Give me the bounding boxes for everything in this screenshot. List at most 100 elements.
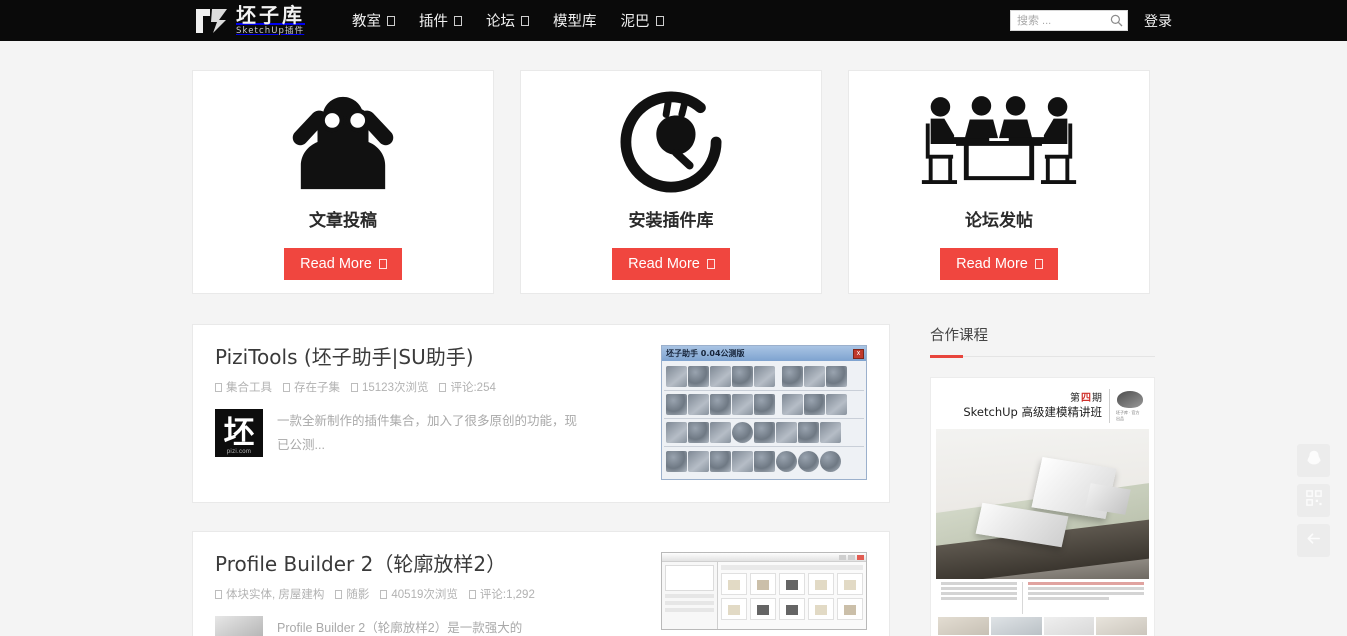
arrow-right-icon bbox=[1035, 259, 1043, 269]
poster-schedule bbox=[1022, 582, 1144, 614]
nav-item-model-library[interactable]: 模型库 bbox=[541, 0, 609, 41]
asset-grid bbox=[718, 562, 866, 629]
nav-item-plugins[interactable]: 插件 bbox=[407, 0, 474, 41]
chevron-down-icon bbox=[521, 16, 529, 26]
meta-text: 评论:254 bbox=[450, 379, 495, 395]
nav-label: 教室 bbox=[352, 10, 381, 31]
dialog-icon-grid bbox=[662, 361, 866, 479]
post-list: PiziTools (坯子助手|SU助手) 集合工具 存在子集 bbox=[192, 324, 890, 636]
poster-details bbox=[936, 579, 1149, 617]
read-more-label: Read More bbox=[628, 256, 700, 272]
post-meta-category[interactable]: 集合工具 bbox=[215, 379, 272, 395]
dialog-title: 坯子助手 0.04公测版 bbox=[666, 348, 745, 359]
feature-read-more-button[interactable]: Read More bbox=[284, 248, 402, 280]
qq-penguin-icon bbox=[1305, 449, 1323, 472]
plugin-circle-icon bbox=[620, 90, 722, 194]
read-more-label: Read More bbox=[300, 256, 372, 272]
post-meta-comments[interactable]: 评论:254 bbox=[439, 379, 495, 395]
nav-item-forum[interactable]: 论坛 bbox=[474, 0, 541, 41]
sidebar-widget-title: 合作课程 bbox=[930, 324, 1155, 356]
logo-title: 坯子库 bbox=[236, 5, 305, 25]
pz-logo-mark bbox=[195, 7, 229, 35]
arrow-left-icon bbox=[1305, 530, 1322, 552]
arrow-right-icon bbox=[379, 259, 387, 269]
post-title[interactable]: Profile Builder 2（轮廓放样2） bbox=[215, 552, 635, 577]
feature-card-article-submission[interactable]: 文章投稿 Read More bbox=[192, 70, 494, 294]
post-meta-author[interactable]: 随影 bbox=[335, 586, 369, 602]
qrcode-icon bbox=[1306, 490, 1322, 511]
user-icon bbox=[283, 383, 290, 392]
read-more-label: Read More bbox=[956, 256, 1028, 272]
main-navigation: 教室 插件 论坛 模型库 泥巴 bbox=[340, 0, 676, 41]
post-item[interactable]: Profile Builder 2（轮廓放样2） 体块实体, 房屋建构 随影 bbox=[192, 531, 890, 636]
chevron-down-icon bbox=[454, 16, 462, 26]
poster-session: 第 四 期 bbox=[963, 393, 1102, 406]
close-icon: x bbox=[853, 349, 864, 359]
post-screenshot[interactable] bbox=[661, 552, 867, 636]
meeting-table-icon bbox=[917, 90, 1081, 194]
feature-card-install-plugin-library[interactable]: 安装插件库 Read More bbox=[520, 70, 822, 294]
nav-label: 泥巴 bbox=[621, 10, 650, 31]
badge-emblem-icon bbox=[1117, 391, 1143, 408]
minimize-icon bbox=[839, 555, 846, 560]
post-meta-comments[interactable]: 评论:1,292 bbox=[469, 586, 535, 602]
meta-text: 体块实体, 房屋建构 bbox=[226, 586, 324, 602]
nav-label: 模型库 bbox=[553, 10, 597, 31]
feature-card-row: 文章投稿 Read More 安装插件库 bbox=[192, 41, 1155, 294]
poster-render-image bbox=[936, 429, 1149, 579]
nav-item-classroom[interactable]: 教室 bbox=[340, 0, 407, 41]
search-icon[interactable] bbox=[1110, 14, 1123, 27]
page-root: 坯子库 SketchUp插件 教室 插件 论坛 模型库 泥巴 bbox=[0, 0, 1347, 636]
plugin-browser-screenshot bbox=[661, 552, 867, 630]
session-suffix: 期 bbox=[1092, 393, 1102, 406]
chevron-down-icon bbox=[387, 16, 395, 26]
post-excerpt: 一款全新制作的插件集合，加入了很多原创的功能，现已公测... bbox=[277, 409, 577, 458]
poster-course-list bbox=[941, 582, 1017, 614]
content-wrapper: 文章投稿 Read More 安装插件库 bbox=[0, 41, 1347, 636]
nav-label: 论坛 bbox=[486, 10, 515, 31]
post-screenshot[interactable]: 坯子助手 0.04公测版 x bbox=[661, 345, 867, 480]
site-logo[interactable]: 坯子库 SketchUp插件 bbox=[195, 0, 305, 41]
qq-contact-button[interactable] bbox=[1297, 444, 1330, 477]
avatar-domain: pizi.com bbox=[215, 449, 263, 455]
course-poster: 第 四 期 SketchUp 高级建模精讲班 坯子库 · 官方出品 bbox=[936, 383, 1149, 635]
login-link[interactable]: 登录 bbox=[1144, 11, 1172, 31]
post-title[interactable]: PiziTools (坯子助手|SU助手) bbox=[215, 345, 635, 370]
course-ad-card[interactable]: 第 四 期 SketchUp 高级建模精讲班 坯子库 · 官方出品 bbox=[930, 377, 1155, 636]
post-excerpt: Profile Builder 2（轮廓放样2）是一款强大的 bbox=[277, 616, 522, 636]
feature-card-title: 安装插件库 bbox=[629, 206, 714, 231]
poster-heading-text: 第 四 期 SketchUp 高级建模精讲班 bbox=[963, 393, 1102, 420]
poster-title: SketchUp 高级建模精讲班 bbox=[963, 405, 1102, 419]
poster-gallery-strip bbox=[936, 617, 1149, 635]
eye-icon bbox=[351, 383, 358, 392]
nav-item-niba[interactable]: 泥巴 bbox=[609, 0, 676, 41]
toolbar-row bbox=[664, 363, 864, 391]
feature-card-forum-post[interactable]: 论坛发帖 Read More bbox=[848, 70, 1150, 294]
post-avatar: 坯 pizi.com bbox=[215, 409, 263, 457]
meta-text: 集合工具 bbox=[226, 379, 272, 395]
meta-text: 15123次浏览 bbox=[362, 379, 428, 395]
post-item[interactable]: PiziTools (坯子助手|SU助手) 集合工具 存在子集 bbox=[192, 324, 890, 503]
floating-action-bar bbox=[1297, 444, 1330, 557]
site-header: 坯子库 SketchUp插件 教室 插件 论坛 模型库 泥巴 bbox=[0, 0, 1347, 41]
sidebar-widget-header: 合作课程 bbox=[930, 324, 1155, 357]
arrow-right-icon bbox=[707, 259, 715, 269]
search-box[interactable] bbox=[1010, 10, 1128, 31]
comment-icon bbox=[439, 383, 446, 392]
feature-read-more-button[interactable]: Read More bbox=[940, 248, 1058, 280]
feature-card-title: 论坛发帖 bbox=[965, 206, 1033, 231]
qrcode-button[interactable] bbox=[1297, 484, 1330, 517]
post-meta-category[interactable]: 体块实体, 房屋建构 bbox=[215, 586, 324, 602]
toolbar-row bbox=[664, 447, 864, 475]
post-body: Profile Builder 2（轮廓放样2）是一款强大的 bbox=[215, 616, 635, 636]
sidebar: 合作课程 第 四 期 SketchUp 高级建模精讲班 bbox=[930, 324, 1155, 636]
poster-badge: 坯子库 · 官方出品 bbox=[1109, 389, 1143, 423]
feature-read-more-button[interactable]: Read More bbox=[612, 248, 730, 280]
back-to-top-button[interactable] bbox=[1297, 524, 1330, 557]
post-text-block: Profile Builder 2（轮廓放样2） 体块实体, 房屋建构 随影 bbox=[215, 552, 635, 636]
meta-text: 评论:1,292 bbox=[480, 586, 535, 602]
dialog-titlebar: 坯子助手 0.04公测版 x bbox=[662, 346, 866, 361]
post-meta-author[interactable]: 存在子集 bbox=[283, 379, 340, 395]
search-input[interactable] bbox=[1011, 11, 1107, 30]
poster-header: 第 四 期 SketchUp 高级建模精讲班 坯子库 · 官方出品 bbox=[936, 383, 1149, 429]
